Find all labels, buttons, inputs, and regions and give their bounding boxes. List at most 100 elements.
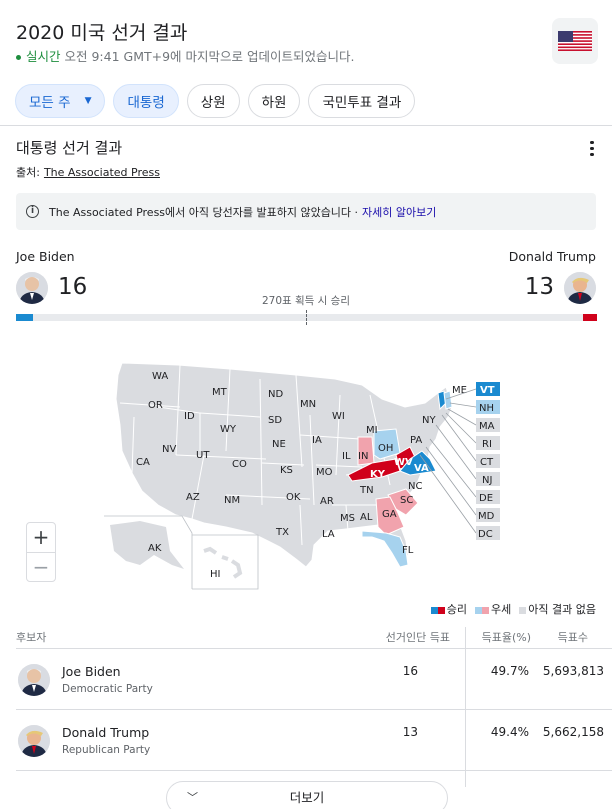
to-win-label: 270표 획득 시 승리 xyxy=(261,295,350,307)
more-options-icon[interactable] xyxy=(584,138,600,160)
svg-text:OH: OH xyxy=(378,443,393,454)
svg-text:IL: IL xyxy=(342,451,351,462)
filter-chips: 모든 주 ▼ 대통령 상원 하원 국민투표 결과 xyxy=(15,84,416,118)
map-legend: 승리 우세 아직 결과 없음 xyxy=(430,601,596,617)
page-title: 2020 미국 선거 결과 xyxy=(16,22,188,44)
header-percent: 득표율(%) xyxy=(481,631,531,644)
svg-text:ND: ND xyxy=(268,389,283,400)
svg-text:WI: WI xyxy=(332,411,345,422)
trump-name: Donald Trump xyxy=(508,249,596,264)
row-votes: 5,662,158 xyxy=(542,725,604,739)
svg-text:KY: KY xyxy=(370,469,386,480)
row-percent: 49.7% xyxy=(490,664,529,678)
svg-text:IN: IN xyxy=(358,451,368,462)
svg-text:MA: MA xyxy=(479,421,495,432)
header-votes: 득표수 xyxy=(557,631,588,644)
learn-more-link[interactable]: 자세히 알아보기 xyxy=(362,204,436,220)
svg-text:CA: CA xyxy=(136,457,150,468)
chip-house[interactable]: 하원 xyxy=(247,84,301,118)
biden-name: Joe Biden xyxy=(16,249,75,264)
show-more-button[interactable]: ﹀ 더보기 xyxy=(166,781,448,809)
row-votes: 5,693,813 xyxy=(542,664,604,678)
show-more-label: 더보기 xyxy=(289,790,325,805)
svg-text:TN: TN xyxy=(359,485,374,496)
svg-text:MO: MO xyxy=(316,467,333,478)
svg-text:SC: SC xyxy=(400,495,413,506)
chip-label: 국민투표 결과 xyxy=(322,95,402,111)
svg-text:AR: AR xyxy=(320,496,334,507)
svg-text:MD: MD xyxy=(478,511,495,522)
chip-label: 상원 xyxy=(200,95,226,111)
svg-text:AK: AK xyxy=(148,543,162,554)
state-nh xyxy=(443,390,453,410)
svg-text:CT: CT xyxy=(480,457,494,468)
svg-text:GA: GA xyxy=(382,509,397,520)
map-zoom-control: + − xyxy=(26,522,56,582)
svg-text:VT: VT xyxy=(480,385,495,396)
chip-label: 하원 xyxy=(261,95,287,111)
chip-ballot-measures[interactable]: 국민투표 결과 xyxy=(308,84,416,118)
row-percent: 49.4% xyxy=(490,725,529,739)
row-name: Joe Biden xyxy=(62,664,121,679)
source-prefix: 출처: xyxy=(16,166,40,179)
svg-text:RI: RI xyxy=(482,439,492,450)
svg-text:LA: LA xyxy=(322,529,335,540)
svg-text:NM: NM xyxy=(224,495,240,506)
svg-text:OR: OR xyxy=(148,400,163,411)
svg-text:IA: IA xyxy=(312,435,322,446)
svg-text:WV: WV xyxy=(394,457,413,468)
svg-text:MS: MS xyxy=(340,513,355,524)
updated-time: 오전 9:41 GMT+9에 마지막으로 업데이트되었습니다. xyxy=(64,49,355,64)
legend-leading: 우세 xyxy=(475,601,511,617)
threshold-marker xyxy=(306,310,307,325)
chip-president[interactable]: 대통령 xyxy=(113,84,179,118)
svg-text:NV: NV xyxy=(162,444,176,455)
svg-text:WY: WY xyxy=(220,424,237,435)
source-link[interactable]: The Associated Press xyxy=(44,166,160,179)
chip-all-states[interactable]: 모든 주 ▼ xyxy=(15,84,106,118)
header-candidate: 후보자 xyxy=(16,631,47,644)
divider xyxy=(16,770,612,771)
live-label: 실시간 xyxy=(26,49,61,64)
svg-text:MT: MT xyxy=(212,387,228,398)
row-party: Republican Party xyxy=(62,744,151,756)
svg-text:KS: KS xyxy=(280,465,293,476)
notice-banner: i The Associated Press에서 아직 당선자를 발표하지 않았… xyxy=(16,193,596,230)
svg-text:ID: ID xyxy=(184,411,195,422)
biden-progress-fill xyxy=(16,314,34,321)
legend-none: 아직 결과 없음 xyxy=(519,601,596,617)
svg-text:TX: TX xyxy=(275,527,289,538)
zoom-in-button[interactable]: + xyxy=(27,523,55,552)
legend-won: 승리 xyxy=(430,601,467,617)
notice-text: The Associated Press에서 아직 당선자를 발표하지 않았습니… xyxy=(49,205,359,219)
chip-label: 대통령 xyxy=(127,95,165,111)
chevron-down-icon: ﹀ xyxy=(187,791,198,804)
svg-text:DE: DE xyxy=(479,493,493,504)
header-card: 2020 미국 선거 결과 실시간 오전 9:41 GMT+9에 마지막으로 업… xyxy=(0,0,612,126)
svg-text:MN: MN xyxy=(300,399,316,410)
divider xyxy=(16,648,612,649)
row-electoral: 13 xyxy=(402,725,418,739)
column-divider xyxy=(465,627,466,787)
election-map[interactable]: WA MT ND MN WI MI ME OR ID SD NY WY IA PA NE IL IN OH… xyxy=(100,355,510,604)
trump-row-avatar xyxy=(18,725,50,757)
header-electoral: 선거인단 득표 xyxy=(385,631,450,644)
chip-label: 모든 주 xyxy=(29,95,71,111)
svg-text:WA: WA xyxy=(152,371,168,382)
svg-text:OK: OK xyxy=(286,492,301,503)
zoom-out-button[interactable]: − xyxy=(27,552,55,581)
svg-text:NY: NY xyxy=(422,415,436,426)
svg-text:UT: UT xyxy=(196,450,210,461)
chip-senate[interactable]: 상원 xyxy=(186,84,240,118)
svg-text:MI: MI xyxy=(366,425,378,436)
biden-row-avatar xyxy=(18,664,50,696)
svg-text:NC: NC xyxy=(408,481,422,492)
svg-text:SD: SD xyxy=(268,415,282,426)
caret-down-icon: ▼ xyxy=(84,96,92,106)
info-icon: i xyxy=(26,205,39,218)
svg-text:AL: AL xyxy=(360,512,373,523)
svg-text:CO: CO xyxy=(232,459,247,470)
svg-text:PA: PA xyxy=(410,435,422,446)
row-name: Donald Trump xyxy=(62,725,150,740)
row-electoral: 16 xyxy=(402,664,418,678)
